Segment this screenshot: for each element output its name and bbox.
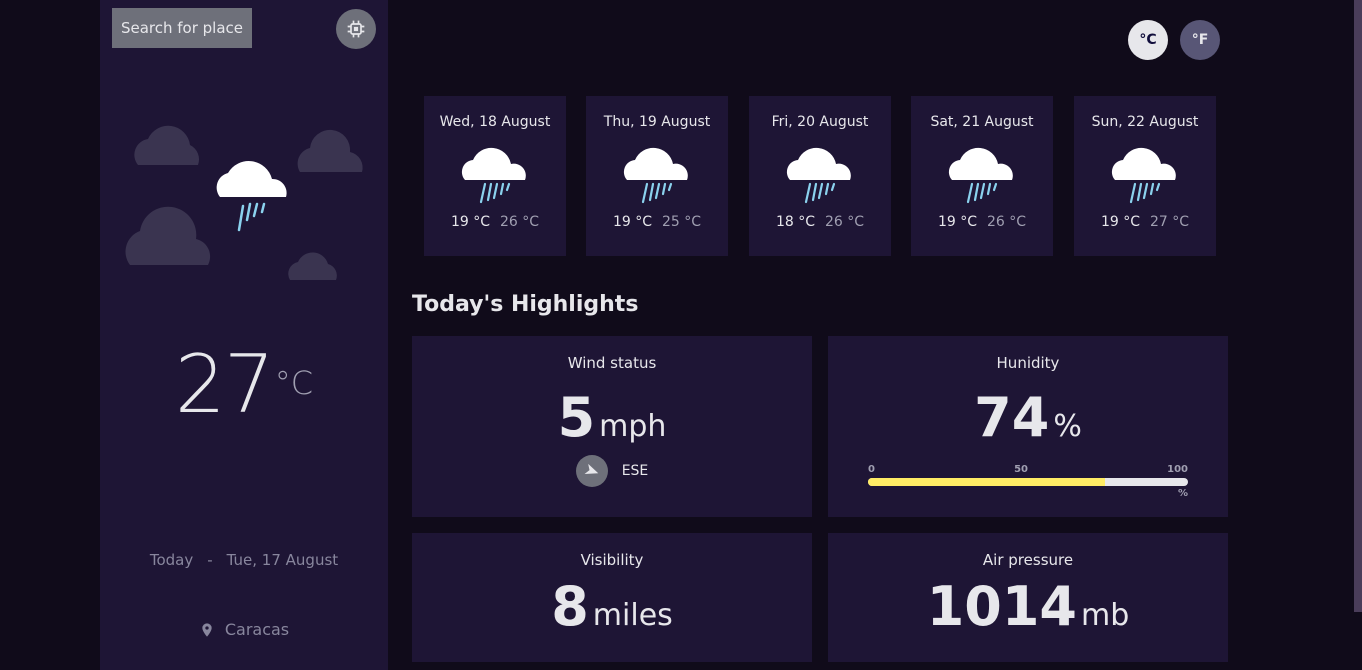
current-date: Today - Tue, 17 August bbox=[100, 551, 388, 569]
light-rain-icon bbox=[1111, 147, 1176, 204]
humidity-tick-100: 100 bbox=[1167, 464, 1188, 475]
humidity-tick-50: 50 bbox=[1014, 464, 1028, 475]
search-place-button[interactable]: Search for place bbox=[112, 8, 252, 48]
forecast-min: 25 °C bbox=[662, 214, 702, 230]
wind-status-card: Wind status 5 mph ESE bbox=[412, 336, 812, 517]
forecast-card-3: Fri, 20 August 18 °C 26 °C bbox=[749, 96, 891, 256]
pressure-value: 1014 bbox=[926, 575, 1077, 638]
light-rain-icon bbox=[948, 147, 1013, 204]
visibility-card: Visibility 8 miles bbox=[412, 533, 812, 662]
wind-label: Wind status bbox=[567, 354, 657, 372]
forecast-date: Fri, 20 August bbox=[771, 114, 869, 130]
temperature-unit: °C bbox=[274, 364, 314, 402]
wind-value: 5 bbox=[557, 386, 596, 449]
visibility-label: Visibility bbox=[580, 551, 644, 569]
humidity-card: Hunidity 74% 0 50 100 % bbox=[828, 336, 1228, 517]
pressure-unit: mb bbox=[1081, 598, 1130, 633]
wind-direction-label: ESE bbox=[621, 463, 649, 479]
wind-direction: ESE bbox=[412, 455, 812, 487]
light-rain-icon bbox=[786, 147, 851, 204]
forecast-max: 19 °C bbox=[1100, 214, 1140, 230]
light-rain-icon bbox=[461, 147, 526, 204]
forecast-card-1: Wed, 18 August 19 °C 26 °C bbox=[424, 96, 566, 256]
highlights-title: Today's Highlights bbox=[412, 292, 639, 317]
forecast-card-2: Thu, 19 August 19 °C 25 °C bbox=[586, 96, 728, 256]
forecast-min: 27 °C bbox=[1150, 214, 1190, 230]
forecast-date: Wed, 18 August bbox=[439, 114, 551, 130]
humidity-label: Hunidity bbox=[996, 354, 1060, 372]
forecast-min: 26 °C bbox=[500, 214, 540, 230]
forecast-date: Sun, 22 August bbox=[1091, 114, 1199, 130]
wind-direction-badge bbox=[575, 455, 608, 487]
visibility-value: 8 bbox=[551, 575, 589, 638]
forecast-card-5: Sun, 22 August 19 °C 27 °C bbox=[1074, 96, 1216, 256]
humidity-tick-0: 0 bbox=[868, 464, 875, 475]
humidity-bar: 0 50 100 % bbox=[868, 464, 1188, 499]
humidity-bar-track bbox=[868, 478, 1188, 486]
forecast-max: 19 °C bbox=[937, 214, 977, 230]
humidity-bar-unit: % bbox=[1177, 488, 1188, 499]
navigation-arrow-icon bbox=[584, 463, 598, 474]
weather-hero-illustration bbox=[125, 125, 363, 280]
humidity-bar-fill bbox=[868, 478, 1105, 486]
forecast-max: 19 °C bbox=[450, 214, 490, 230]
forecast-date: Sat, 21 August bbox=[930, 114, 1034, 130]
humidity-unit: % bbox=[1053, 409, 1082, 444]
current-temperature: 27°C bbox=[100, 338, 388, 431]
forecast-max: 19 °C bbox=[612, 214, 652, 230]
current-weather-sidebar: Search for place 27°C Today - Tue, 17 Au… bbox=[100, 0, 388, 670]
humidity-value: 74 bbox=[974, 386, 1050, 449]
visibility-unit: miles bbox=[592, 598, 673, 633]
map-pin-icon bbox=[202, 622, 212, 637]
locate-button[interactable] bbox=[336, 9, 376, 49]
date-separator: - bbox=[207, 551, 213, 569]
celsius-toggle[interactable]: °C bbox=[1128, 20, 1168, 60]
forecast-min: 26 °C bbox=[825, 214, 865, 230]
light-rain-icon bbox=[623, 147, 688, 204]
location-display: Caracas bbox=[100, 620, 388, 639]
fahrenheit-toggle[interactable]: °F bbox=[1180, 20, 1220, 60]
forecast-min: 26 °C bbox=[987, 214, 1027, 230]
page-scrollbar[interactable] bbox=[1354, 0, 1362, 612]
wind-unit: mph bbox=[599, 409, 667, 444]
date-value: Tue, 17 August bbox=[226, 551, 339, 569]
air-pressure-card: Air pressure 1014 mb bbox=[828, 533, 1228, 662]
forecast-card-4: Sat, 21 August 19 °C 26 °C bbox=[911, 96, 1053, 256]
background-cloud-icon bbox=[125, 125, 363, 280]
gps-target-icon bbox=[347, 20, 365, 38]
pressure-label: Air pressure bbox=[982, 551, 1074, 569]
forecast-max: 18 °C bbox=[775, 214, 815, 230]
location-name: Caracas bbox=[224, 620, 290, 639]
light-rain-icon bbox=[216, 161, 287, 232]
temperature-value: 27 bbox=[174, 338, 275, 431]
forecast-date: Thu, 19 August bbox=[603, 114, 711, 130]
today-label: Today bbox=[149, 551, 194, 569]
